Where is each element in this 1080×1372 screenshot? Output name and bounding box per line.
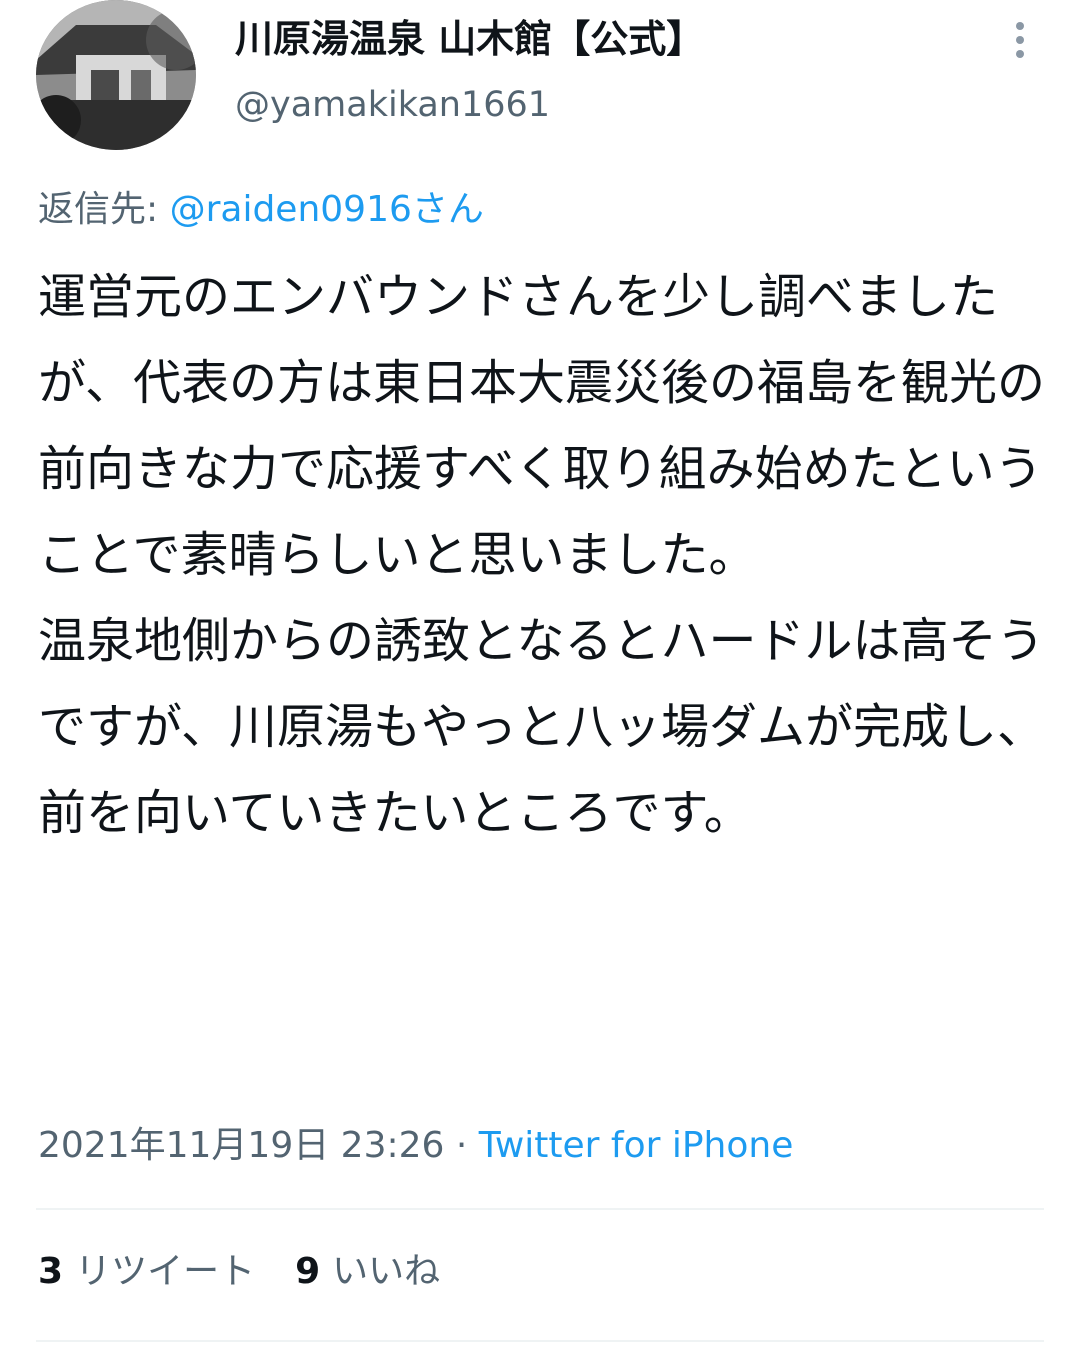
tweet-source-link[interactable]: Twitter for iPhone <box>479 1125 794 1166</box>
retweets-stat[interactable]: 3 リツイート <box>38 1246 255 1298</box>
tweet-timestamp[interactable]: 2021年11月19日 23:26 <box>38 1125 444 1166</box>
likes-stat[interactable]: 9 いいね <box>295 1246 440 1298</box>
reply-to-label: 返信先: <box>38 189 159 230</box>
tweet-meta: 2021年11月19日 23:26 · Twitter for iPhone <box>38 1120 793 1172</box>
more-vertical-icon-dot <box>1016 36 1024 44</box>
building-photo-avatar <box>36 0 196 150</box>
avatar[interactable] <box>36 0 196 150</box>
retweets-count: 3 <box>38 1251 64 1292</box>
user-handle[interactable]: @yamakikan1661 <box>235 80 550 130</box>
more-vertical-icon-dot <box>1016 50 1024 58</box>
reply-to-line: 返信先: @raiden0916さん <box>38 184 484 236</box>
tweet-stats: 3 リツイート 9 いいね <box>38 1246 440 1298</box>
likes-label: いいね <box>332 1251 441 1292</box>
more-vertical-icon <box>1016 22 1024 30</box>
likes-count: 9 <box>295 1251 321 1292</box>
meta-separator: · <box>455 1125 468 1166</box>
divider <box>36 1208 1044 1210</box>
retweets-label: リツイート <box>75 1251 256 1292</box>
more-options-button[interactable] <box>1000 12 1040 68</box>
tweet-text: 運営元のエンバウンドさんを少し調べましたが、代表の方は東日本大震災後の福島を観光… <box>38 269 1046 841</box>
reply-mention-link[interactable]: @raiden0916さん <box>170 189 484 230</box>
display-name[interactable]: 川原湯温泉 山木館【公式】 <box>235 12 704 66</box>
divider <box>36 1340 1044 1342</box>
